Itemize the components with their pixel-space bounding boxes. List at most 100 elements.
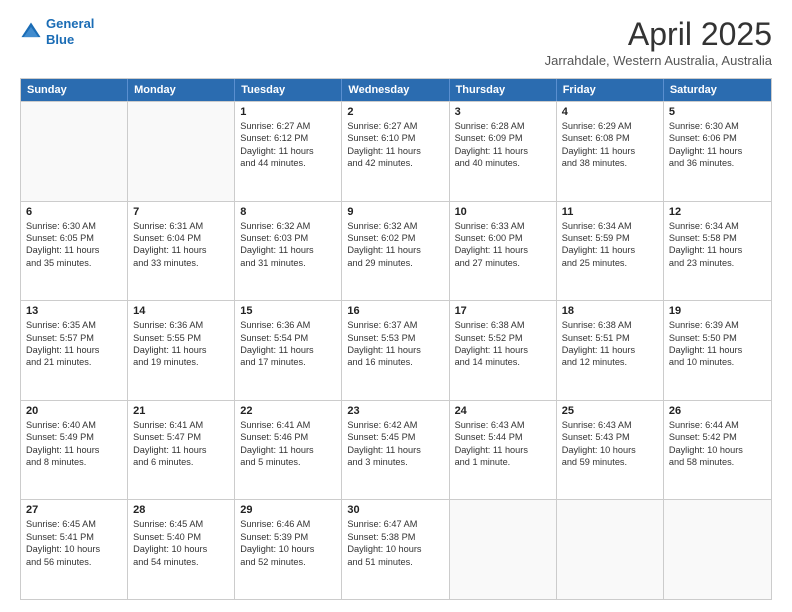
cell-line: Sunset: 6:06 PM bbox=[669, 132, 766, 144]
page: General Blue April 2025 Jarrahdale, West… bbox=[0, 0, 792, 612]
cal-cell-11: 11Sunrise: 6:34 AMSunset: 5:59 PMDayligh… bbox=[557, 202, 664, 301]
cell-line: Sunset: 6:05 PM bbox=[26, 232, 122, 244]
cal-cell-10: 10Sunrise: 6:33 AMSunset: 6:00 PMDayligh… bbox=[450, 202, 557, 301]
cell-line: Daylight: 11 hours bbox=[455, 145, 551, 157]
cell-line: Sunset: 5:44 PM bbox=[455, 431, 551, 443]
day-number: 22 bbox=[240, 405, 336, 417]
logo-line2: Blue bbox=[46, 32, 74, 47]
cell-line: and 35 minutes. bbox=[26, 257, 122, 269]
location: Jarrahdale, Western Australia, Australia bbox=[545, 53, 772, 68]
cell-line: Sunset: 5:39 PM bbox=[240, 531, 336, 543]
cal-cell-29: 29Sunrise: 6:46 AMSunset: 5:39 PMDayligh… bbox=[235, 500, 342, 599]
cal-cell-2: 2Sunrise: 6:27 AMSunset: 6:10 PMDaylight… bbox=[342, 102, 449, 201]
cal-cell-23: 23Sunrise: 6:42 AMSunset: 5:45 PMDayligh… bbox=[342, 401, 449, 500]
header-cell-tuesday: Tuesday bbox=[235, 79, 342, 101]
cell-line: Daylight: 11 hours bbox=[133, 344, 229, 356]
cal-cell-13: 13Sunrise: 6:35 AMSunset: 5:57 PMDayligh… bbox=[21, 301, 128, 400]
cal-cell-15: 15Sunrise: 6:36 AMSunset: 5:54 PMDayligh… bbox=[235, 301, 342, 400]
cell-line: Sunrise: 6:37 AM bbox=[347, 319, 443, 331]
cell-line: and 1 minute. bbox=[455, 456, 551, 468]
day-number: 26 bbox=[669, 405, 766, 417]
cell-line: Daylight: 11 hours bbox=[455, 444, 551, 456]
header: General Blue April 2025 Jarrahdale, West… bbox=[20, 16, 772, 68]
cell-line: Sunrise: 6:45 AM bbox=[133, 518, 229, 530]
cal-cell-27: 27Sunrise: 6:45 AMSunset: 5:41 PMDayligh… bbox=[21, 500, 128, 599]
cell-line: and 31 minutes. bbox=[240, 257, 336, 269]
cal-cell-6: 6Sunrise: 6:30 AMSunset: 6:05 PMDaylight… bbox=[21, 202, 128, 301]
cell-line: Daylight: 10 hours bbox=[133, 543, 229, 555]
cell-line: Sunset: 5:42 PM bbox=[669, 431, 766, 443]
cell-line: Sunset: 6:08 PM bbox=[562, 132, 658, 144]
cal-cell-16: 16Sunrise: 6:37 AMSunset: 5:53 PMDayligh… bbox=[342, 301, 449, 400]
cell-line: and 44 minutes. bbox=[240, 157, 336, 169]
cell-line: and 17 minutes. bbox=[240, 356, 336, 368]
cell-line: Daylight: 11 hours bbox=[347, 344, 443, 356]
cell-line: Sunrise: 6:34 AM bbox=[669, 220, 766, 232]
cell-line: Daylight: 11 hours bbox=[455, 244, 551, 256]
calendar-body: 1Sunrise: 6:27 AMSunset: 6:12 PMDaylight… bbox=[21, 101, 771, 599]
cell-line: Sunset: 5:52 PM bbox=[455, 332, 551, 344]
cell-line: Daylight: 10 hours bbox=[562, 444, 658, 456]
cal-cell-empty-4-6 bbox=[664, 500, 771, 599]
cell-line: Sunrise: 6:28 AM bbox=[455, 120, 551, 132]
cell-line: Sunset: 5:46 PM bbox=[240, 431, 336, 443]
cell-line: Sunrise: 6:36 AM bbox=[133, 319, 229, 331]
cell-line: Daylight: 11 hours bbox=[669, 244, 766, 256]
day-number: 17 bbox=[455, 305, 551, 317]
day-number: 21 bbox=[133, 405, 229, 417]
cell-line: Sunrise: 6:41 AM bbox=[240, 419, 336, 431]
cal-cell-1: 1Sunrise: 6:27 AMSunset: 6:12 PMDaylight… bbox=[235, 102, 342, 201]
day-number: 27 bbox=[26, 504, 122, 516]
day-number: 6 bbox=[26, 206, 122, 218]
cal-row-2: 13Sunrise: 6:35 AMSunset: 5:57 PMDayligh… bbox=[21, 300, 771, 400]
header-cell-thursday: Thursday bbox=[450, 79, 557, 101]
cell-line: Sunset: 5:43 PM bbox=[562, 431, 658, 443]
cell-line: and 16 minutes. bbox=[347, 356, 443, 368]
cell-line: Sunset: 5:51 PM bbox=[562, 332, 658, 344]
cell-line: Sunset: 5:49 PM bbox=[26, 431, 122, 443]
day-number: 10 bbox=[455, 206, 551, 218]
cell-line: Sunset: 5:47 PM bbox=[133, 431, 229, 443]
cell-line: Daylight: 11 hours bbox=[26, 244, 122, 256]
cell-line: Sunrise: 6:44 AM bbox=[669, 419, 766, 431]
cal-cell-3: 3Sunrise: 6:28 AMSunset: 6:09 PMDaylight… bbox=[450, 102, 557, 201]
cal-row-1: 6Sunrise: 6:30 AMSunset: 6:05 PMDaylight… bbox=[21, 201, 771, 301]
day-number: 28 bbox=[133, 504, 229, 516]
cell-line: and 21 minutes. bbox=[26, 356, 122, 368]
day-number: 2 bbox=[347, 106, 443, 118]
cell-line: Sunrise: 6:27 AM bbox=[240, 120, 336, 132]
logo-text: General Blue bbox=[46, 16, 94, 47]
cell-line: Sunrise: 6:43 AM bbox=[455, 419, 551, 431]
cal-row-0: 1Sunrise: 6:27 AMSunset: 6:12 PMDaylight… bbox=[21, 101, 771, 201]
day-number: 1 bbox=[240, 106, 336, 118]
cal-cell-empty-0-1 bbox=[128, 102, 235, 201]
day-number: 13 bbox=[26, 305, 122, 317]
cell-line: and 23 minutes. bbox=[669, 257, 766, 269]
cell-line: Sunset: 5:55 PM bbox=[133, 332, 229, 344]
cell-line: Sunrise: 6:32 AM bbox=[240, 220, 336, 232]
cell-line: Sunrise: 6:40 AM bbox=[26, 419, 122, 431]
cell-line: Daylight: 10 hours bbox=[669, 444, 766, 456]
calendar: SundayMondayTuesdayWednesdayThursdayFrid… bbox=[20, 78, 772, 600]
cell-line: Sunset: 5:40 PM bbox=[133, 531, 229, 543]
cell-line: Sunrise: 6:39 AM bbox=[669, 319, 766, 331]
cell-line: Daylight: 11 hours bbox=[133, 244, 229, 256]
cell-line: and 10 minutes. bbox=[669, 356, 766, 368]
cal-cell-empty-0-0 bbox=[21, 102, 128, 201]
cal-cell-4: 4Sunrise: 6:29 AMSunset: 6:08 PMDaylight… bbox=[557, 102, 664, 201]
cell-line: Daylight: 10 hours bbox=[240, 543, 336, 555]
cell-line: Sunset: 5:45 PM bbox=[347, 431, 443, 443]
cell-line: and 40 minutes. bbox=[455, 157, 551, 169]
cell-line: and 38 minutes. bbox=[562, 157, 658, 169]
cell-line: Sunrise: 6:38 AM bbox=[455, 319, 551, 331]
cell-line: Sunset: 5:41 PM bbox=[26, 531, 122, 543]
day-number: 18 bbox=[562, 305, 658, 317]
cell-line: Sunrise: 6:45 AM bbox=[26, 518, 122, 530]
logo-line1: General bbox=[46, 16, 94, 31]
cell-line: Sunset: 5:58 PM bbox=[669, 232, 766, 244]
cell-line: Sunrise: 6:43 AM bbox=[562, 419, 658, 431]
cell-line: Sunrise: 6:34 AM bbox=[562, 220, 658, 232]
cell-line: Daylight: 11 hours bbox=[562, 145, 658, 157]
cell-line: and 5 minutes. bbox=[240, 456, 336, 468]
cell-line: Daylight: 11 hours bbox=[562, 244, 658, 256]
